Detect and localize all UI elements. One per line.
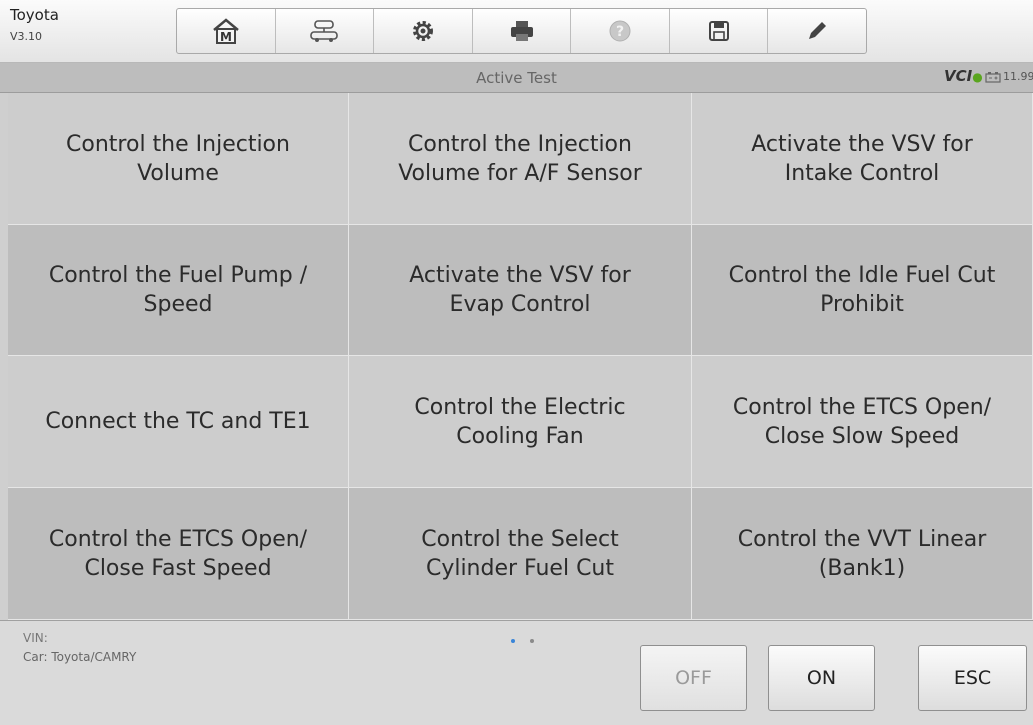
page-dot-inactive bbox=[530, 639, 534, 643]
svg-text:?: ? bbox=[616, 24, 624, 40]
test-item[interactable]: Control the Injection Volume for A/F Sen… bbox=[349, 93, 692, 225]
vehicle-swap-button[interactable] bbox=[276, 9, 375, 53]
test-item[interactable]: Control the Fuel Pump / Speed bbox=[8, 225, 349, 356]
test-item[interactable]: Control the Idle Fuel Cut Prohibit bbox=[692, 225, 1033, 356]
edit-button[interactable] bbox=[768, 9, 866, 53]
bottom-bar: VIN: Car: Toyota/CAMRY OFF ON ESC bbox=[0, 620, 1033, 725]
vci-label: VCI bbox=[944, 67, 973, 85]
status-bar: Active Test VCI● 11.99V bbox=[0, 63, 1033, 93]
test-item[interactable]: Control the VVT Linear (Bank1) bbox=[692, 488, 1033, 620]
home-button[interactable]: M bbox=[177, 9, 276, 53]
on-button[interactable]: ON bbox=[768, 645, 875, 711]
edit-icon bbox=[809, 22, 827, 39]
app-version: V3.10 bbox=[10, 30, 43, 43]
help-button[interactable]: ? bbox=[571, 9, 670, 53]
test-item[interactable]: Control the ETCS Open/ Close Slow Speed bbox=[692, 356, 1033, 488]
toolbar: M ? bbox=[176, 8, 867, 54]
save-icon bbox=[708, 21, 729, 41]
test-item[interactable]: Connect the TC and TE1 bbox=[8, 356, 349, 488]
print-button[interactable] bbox=[473, 9, 572, 53]
top-bar: Toyota V3.10 M ? bbox=[0, 0, 1033, 63]
test-item[interactable]: Activate the VSV for Evap Control bbox=[349, 225, 692, 356]
test-item[interactable]: Activate the VSV for Intake Control bbox=[692, 93, 1033, 225]
vehicle-swap-icon bbox=[310, 20, 339, 42]
settings-icon bbox=[412, 21, 433, 41]
active-test-grid: Control the Injection Volume Control the… bbox=[8, 93, 1033, 620]
vci-connected-icon: ● bbox=[972, 70, 983, 84]
page-dot-active bbox=[511, 639, 515, 643]
help-icon: ? bbox=[609, 20, 631, 42]
test-item[interactable]: Control the Select Cylinder Fuel Cut bbox=[349, 488, 692, 620]
vin-label: VIN: bbox=[23, 631, 48, 645]
test-item[interactable]: Control the Injection Volume bbox=[8, 93, 349, 225]
settings-button[interactable] bbox=[374, 9, 473, 53]
off-button[interactable]: OFF bbox=[640, 645, 747, 711]
svg-text:M: M bbox=[220, 30, 232, 44]
car-label: Car: Toyota/CAMRY bbox=[23, 650, 137, 664]
print-icon bbox=[510, 21, 533, 41]
battery-voltage: 11.99V bbox=[1003, 70, 1033, 83]
test-item[interactable]: Control the ETCS Open/ Close Fast Speed bbox=[8, 488, 349, 620]
app-title: Toyota bbox=[10, 6, 59, 24]
test-item[interactable]: Control the Electric Cooling Fan bbox=[349, 356, 692, 488]
vci-status: VCI● bbox=[944, 67, 983, 85]
battery-icon bbox=[985, 72, 1001, 83]
esc-button[interactable]: ESC bbox=[918, 645, 1027, 711]
save-button[interactable] bbox=[670, 9, 769, 53]
screen-title: Active Test bbox=[476, 69, 557, 87]
home-icon: M bbox=[212, 18, 239, 44]
